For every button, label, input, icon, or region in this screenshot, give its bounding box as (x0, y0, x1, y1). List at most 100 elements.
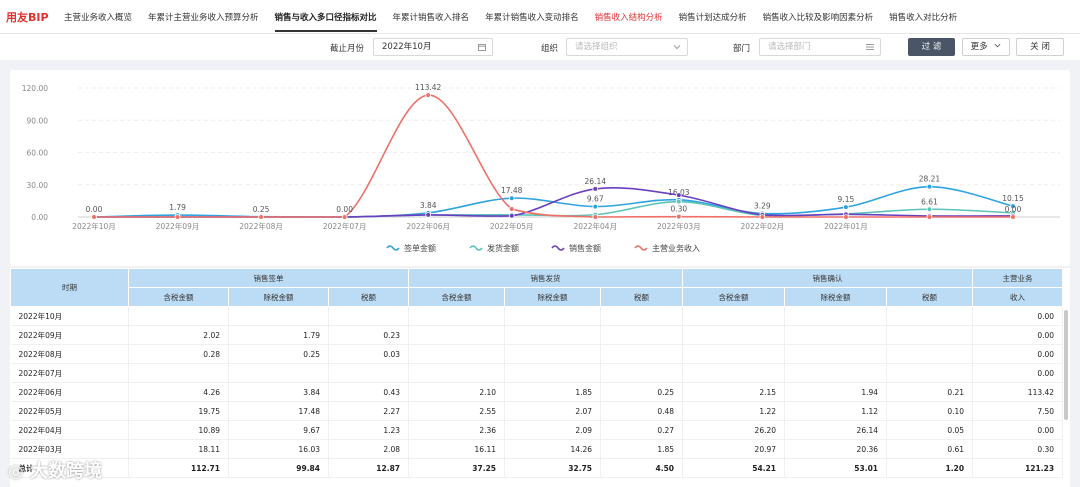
tab-0[interactable]: 主营业务收入概览 (56, 0, 140, 34)
table-cell: 1.85 (504, 382, 602, 402)
table-row[interactable]: 2022年06月 4.26 3.84 0.43 2.10 1.85 0.25 2.15 1.94… (10, 382, 1064, 402)
data-point (843, 214, 849, 220)
table-cell: 2.10 (408, 382, 506, 402)
row-period: 2022年08月 (10, 344, 129, 364)
row-period: 2022年06月 (10, 382, 129, 402)
table-cell: 0.43 (328, 382, 410, 402)
legend-label: 签单金额 (404, 243, 436, 253)
tab-8[interactable]: 销售收入对比分析 (881, 0, 965, 34)
table-cell (408, 325, 506, 345)
table-row[interactable]: 2022年04月 10.89 9.67 1.23 2.36 2.09 0.27 26.20 26… (10, 420, 1064, 440)
table-cell (408, 344, 506, 364)
x-tick-label: 2022年01月 (824, 221, 868, 231)
data-point (341, 214, 348, 220)
table-cell (682, 363, 786, 383)
total-cell: 53.01 (784, 458, 888, 478)
subheader-5: 税额 (600, 287, 684, 307)
data-point (759, 214, 766, 220)
row-period: 2022年07月 (10, 363, 129, 383)
table-cell (784, 306, 888, 326)
table-row[interactable]: 2022年10月 0.00 (10, 306, 1064, 326)
chevron-down-icon (994, 43, 1001, 48)
row-period: 2022年04月 (10, 420, 129, 440)
table-cell: 2.09 (504, 420, 602, 440)
table-row[interactable]: 2022年03月 18.11 16.03 2.08 16.11 14.26 1.85 20.9… (10, 439, 1064, 459)
tab-4[interactable]: 年累计销售收入变动排名 (477, 0, 587, 34)
table-cell: 0.05 (886, 420, 974, 440)
filter-button[interactable]: 过 滤 (908, 38, 955, 56)
data-label: 113.42 (415, 83, 441, 92)
data-label: 3.29 (754, 201, 771, 210)
data-label: 0.00 (1005, 205, 1022, 214)
tab-6[interactable]: 销售计划达成分析 (671, 0, 755, 34)
total-cell: 32.75 (504, 458, 602, 478)
watermark-text: 大数跨境 (30, 461, 102, 482)
table-cell (128, 306, 229, 326)
month-picker[interactable]: 2022年10月 (373, 38, 493, 56)
tab-7[interactable]: 销售收入比较及影响因素分析 (755, 0, 882, 34)
table-cell: 1.79 (228, 325, 329, 345)
table-cell: 20.97 (682, 439, 786, 459)
total-cell: 1.20 (886, 458, 974, 478)
table-cell (886, 325, 974, 345)
table-scrollbar[interactable] (1064, 310, 1068, 420)
data-point (592, 214, 599, 220)
tab-2[interactable]: 销售与收入多口径指标对比 (267, 0, 385, 34)
data-label: 9.67 (587, 195, 604, 204)
tab-bar: 主营业务收入概览 年累计主营业务收入预算分析 销售与收入多口径指标对比 年累计销售收入… (56, 0, 965, 34)
table-cell (328, 306, 410, 326)
table-cell: 0.25 (600, 382, 684, 402)
data-point (676, 192, 682, 198)
data-label: 3.84 (420, 201, 437, 210)
data-label: 9.15 (838, 195, 855, 204)
x-tick-label: 2022年07月 (323, 221, 367, 231)
subheader-2: 税额 (327, 287, 410, 307)
top-nav: 用友BIP 主营业务收入概览 年累计主营业务收入预算分析 销售与收入多口径指标对比年… (0, 0, 1080, 34)
row-period: 2022年05月 (10, 401, 129, 421)
legend-label: 销售金额 (569, 243, 601, 253)
org-select[interactable]: 请选择组织 (566, 38, 688, 56)
table-cell (682, 325, 786, 345)
table-cell (228, 363, 329, 383)
table-row[interactable]: 2022年07月 0.00 (10, 363, 1064, 383)
subheader-row: 含税金额 除税金额 税额 含税金额 除税金额 税额 含税金额 除税金额 税额 收入 (11, 287, 1064, 307)
table-cell: 2.55 (408, 401, 506, 421)
table-cell (600, 363, 684, 383)
table-row[interactable]: 2022年08月 0.28 0.25 0.03 0.00 (10, 344, 1064, 364)
subheader-9: 收入 (972, 287, 1064, 307)
tab-5[interactable]: 销售收入结构分析 (587, 0, 671, 34)
y-tick-label: 120.00 (22, 84, 48, 93)
table-cell: 0.00 (972, 344, 1064, 364)
dept-select[interactable]: 请选择部门 (759, 38, 881, 56)
y-tick-label: 30.00 (27, 181, 49, 190)
org-placeholder: 请选择组织 (575, 42, 618, 52)
table-row[interactable]: 2022年09月 2.02 1.79 0.23 0.00 (10, 325, 1064, 345)
table-cell: 0.30 (972, 439, 1064, 459)
watermark-logo: ◎ (8, 461, 24, 482)
data-label: 0.00 (336, 205, 353, 214)
tab-1[interactable]: 年累计主营业务收入预算分析 (140, 0, 267, 34)
table-cell: 7.50 (972, 401, 1064, 421)
header-group-ship: 销售发货 (408, 268, 684, 288)
row-period: 2022年10月 (10, 306, 129, 326)
row-period: 2022年03月 (10, 439, 129, 459)
data-point (425, 92, 431, 98)
table-cell: 19.75 (128, 401, 229, 421)
y-tick-label: 0.00 (31, 213, 48, 222)
table-cell (600, 306, 684, 326)
table-cell (784, 325, 888, 345)
brand-logo: 用友BIP (6, 10, 49, 24)
data-point (592, 186, 599, 192)
total-cell: 4.50 (600, 458, 684, 478)
more-button[interactable]: 更多 (962, 38, 1010, 56)
table-cell: 0.21 (886, 382, 974, 402)
data-point (676, 198, 682, 205)
table-row[interactable]: 2022年05月 19.75 17.48 2.27 2.55 2.07 0.48 1.22 1.… (10, 401, 1064, 421)
total-cell: 37.25 (408, 458, 506, 478)
x-tick-label: 2022年06月 (406, 221, 450, 231)
table-cell: 2.08 (328, 439, 410, 459)
tab-3[interactable]: 年累计销售收入排名 (385, 0, 478, 34)
table-cell (228, 306, 329, 326)
header-group-sign: 销售签单 (127, 268, 410, 288)
close-button[interactable]: 关 闭 (1016, 38, 1064, 56)
